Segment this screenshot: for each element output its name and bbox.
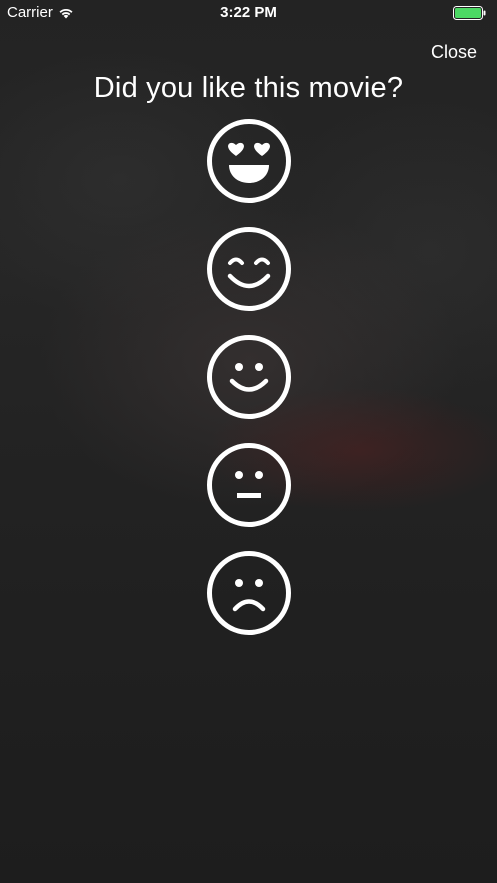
sad-face-icon	[207, 551, 291, 635]
close-button[interactable]: Close	[431, 40, 477, 65]
rating-option-good[interactable]	[206, 334, 292, 420]
smiling-face-icon	[207, 335, 291, 419]
rating-option-bad[interactable]	[206, 550, 292, 636]
rating-option-love[interactable]	[206, 118, 292, 204]
heart-eyes-face-icon	[207, 119, 291, 203]
happy-closed-eyes-face-icon	[207, 227, 291, 311]
battery-icon	[453, 6, 486, 20]
neutral-face-icon	[207, 443, 291, 527]
question-title: Did you like this movie?	[93, 72, 404, 104]
rating-option-okay[interactable]	[206, 442, 292, 528]
rating-screen: Carrier 3:22 PM Close Did you like this …	[0, 0, 497, 883]
status-bar: Carrier 3:22 PM	[0, 0, 497, 26]
rating-option-great[interactable]	[206, 226, 292, 312]
status-time: 3:22 PM	[220, 4, 277, 21]
